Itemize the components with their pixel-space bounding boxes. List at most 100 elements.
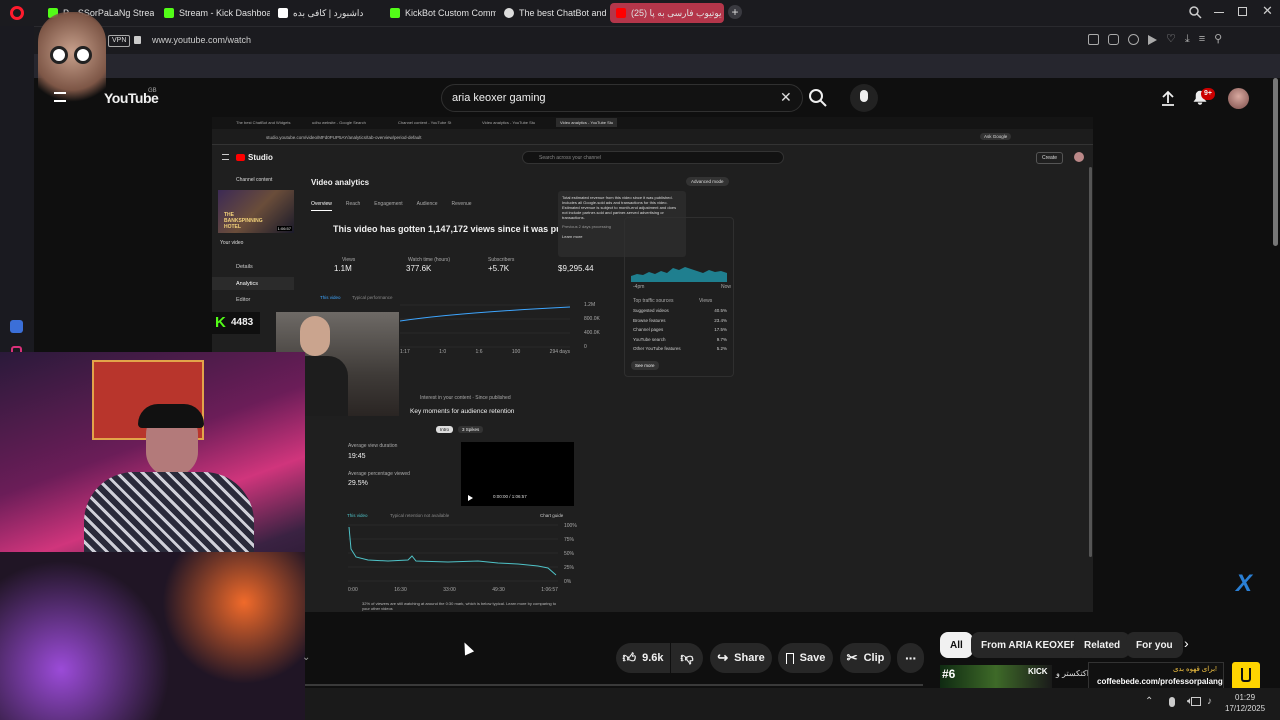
toolbar-icons: ♡ ⤓ ≡ ⚲	[1088, 34, 1222, 45]
hamburger-menu-icon[interactable]	[54, 92, 66, 102]
share-icon: ↪	[717, 650, 729, 665]
close-window-icon[interactable]: ✕	[1262, 3, 1273, 19]
share-button[interactable]: ↪ Share	[710, 643, 772, 673]
kick-favicon-icon	[390, 8, 400, 18]
tab-kickbot[interactable]: KickBot Custom Comman	[384, 3, 496, 23]
avg-duration-label: Average view duration	[348, 443, 398, 449]
km-tab-intro: Intro	[436, 426, 454, 433]
upload-icon[interactable]	[1160, 90, 1176, 106]
avg-duration-value: 19:45	[348, 453, 366, 460]
search-input[interactable]: aria keoxer gaming	[452, 92, 546, 104]
more-actions-button[interactable]: ···	[897, 643, 924, 673]
maximize-icon[interactable]	[1238, 7, 1247, 16]
streamer-cap	[138, 404, 204, 428]
chip-all[interactable]: All	[940, 632, 973, 658]
volume-icon[interactable]: ♪	[1207, 696, 1212, 707]
chip-for-you[interactable]: For you	[1126, 632, 1183, 658]
streamer-avatar-overlay	[38, 12, 106, 112]
realtime-xlabel: -4pm	[633, 284, 645, 290]
dislike-button[interactable]: 👎︎	[671, 643, 703, 673]
retention-chart	[348, 523, 562, 585]
download-icon[interactable]: ⤓	[1185, 34, 1190, 45]
notification-count-badge: 9+	[1201, 88, 1215, 100]
youtube-favicon-icon	[616, 8, 626, 18]
sidebar-app-icon[interactable]	[10, 320, 23, 333]
chart-guide-link: Chart guide	[540, 513, 564, 518]
clip-button[interactable]: ✂ Clip	[840, 643, 891, 673]
ret-ytick: 25%	[564, 565, 575, 571]
more-icon: ···	[905, 650, 917, 666]
clock-date[interactable]: 17/12/2025	[1225, 704, 1265, 713]
moment-preview-player: 0:00:00 / 1:06:57	[461, 442, 574, 506]
metric-label: Subscribers	[488, 257, 515, 263]
clear-search-icon[interactable]: ✕	[780, 89, 792, 106]
ret-legend-typical: Typical retention not available	[390, 513, 450, 518]
inner-tab: Channel content - YouTube St	[398, 120, 452, 125]
km-tab-spikes: 3 Spikes	[458, 426, 484, 433]
youtube-region-label: GB	[148, 88, 157, 94]
save-button[interactable]: Save	[778, 643, 833, 673]
ret-yticks: 100% 75% 50% 25% 0%	[564, 523, 577, 585]
video-progress-track[interactable]	[305, 684, 923, 686]
inner-tab: Video analytics - YouTube Stu	[482, 120, 536, 125]
profile-icon[interactable]: ⚲	[1214, 34, 1222, 45]
account-avatar[interactable]	[1228, 88, 1249, 109]
ytick: 0	[584, 344, 587, 350]
recommended-title: اکتکستر و	[1056, 669, 1089, 678]
voice-search-button[interactable]	[850, 84, 878, 112]
edit-icon[interactable]	[1088, 34, 1099, 45]
chip-from-channel[interactable]: From ARIA KEOXER	[971, 632, 1088, 658]
opera-logo-icon[interactable]	[10, 6, 24, 20]
chip-related[interactable]: Related	[1074, 632, 1131, 658]
traffic-title: Top traffic sources	[633, 298, 674, 304]
see-more-button: See more	[631, 361, 659, 370]
tab-coffeebede[interactable]: داشبورد | کافی بده	[272, 3, 382, 23]
tab-youtube-active[interactable]: (25) آیا یوتیوب فارسی به پا	[610, 3, 724, 23]
recommended-thumbnail[interactable]: #6 KICK	[940, 665, 1052, 689]
tab-chatbot[interactable]: The best ChatBot and Wid	[498, 3, 608, 23]
vpn-badge[interactable]: VPN	[108, 35, 131, 47]
mic-tray-icon[interactable]	[1169, 697, 1175, 707]
lock-icon	[134, 36, 141, 44]
minimize-icon[interactable]	[1214, 12, 1224, 13]
thumbs-down-icon: 👎︎	[680, 650, 694, 665]
browser-tab-bar: P... SSorPaLaNg Stream Stream - Kick Das…	[0, 0, 1280, 26]
save-label: Save	[799, 652, 826, 664]
ret-xtick: 0:00	[348, 587, 358, 593]
ask-google-button: Ask Google	[980, 133, 1012, 140]
studio-search-placeholder: Search across your channel	[539, 155, 601, 161]
views-line-chart	[400, 297, 580, 349]
like-count: 9.6k	[642, 652, 664, 664]
bookmark-icon	[785, 652, 794, 664]
page-scrollbar-thumb[interactable]	[1273, 78, 1278, 246]
like-button[interactable]: 👍︎ 9.6k	[616, 643, 670, 673]
ret-ytick: 75%	[564, 537, 575, 543]
kick-mini-logo: KICK	[1028, 667, 1048, 676]
collapse-chevron-icon[interactable]: ⌄	[302, 652, 310, 663]
search-button[interactable]	[808, 88, 830, 110]
search-tabs-icon[interactable]	[1188, 5, 1202, 19]
coffeebede-banner[interactable]: برای قهوه بدی! coffeebede.com/professorp…	[1088, 662, 1224, 690]
new-tab-plus-icon[interactable]: +	[728, 5, 742, 19]
tab-kick-dashboard[interactable]: Stream - Kick Dashboard	[158, 3, 270, 23]
play-icon[interactable]	[1148, 35, 1157, 45]
ret-xtick: 1:06:57	[541, 587, 558, 593]
clock-time[interactable]: 01:29	[1235, 693, 1255, 702]
subtab-engagement: Engagement	[374, 201, 403, 207]
heart-icon[interactable]: ♡	[1166, 34, 1176, 45]
search-box[interactable]: aria keoxer gaming ✕	[441, 84, 803, 112]
chips-next-icon[interactable]: ›	[1184, 635, 1189, 651]
thumbs-up-icon: 👍︎	[622, 650, 637, 665]
chevron-up-icon[interactable]: ⌃	[1145, 696, 1153, 707]
views-headline: This video has gotten 1,147,172 views si…	[333, 224, 562, 234]
url-text[interactable]: www.youtube.com/watch	[152, 35, 251, 45]
menu-icon[interactable]: ≡	[1199, 34, 1205, 45]
channel-content-link: Channel content	[236, 177, 273, 183]
ytick: 1.2M	[584, 302, 596, 308]
network-icon[interactable]	[1191, 697, 1201, 706]
xtick: 1:0	[439, 349, 447, 355]
shield-icon[interactable]	[1128, 34, 1139, 45]
nav-analytics: Analytics	[236, 281, 259, 287]
camera-icon[interactable]	[1108, 34, 1119, 45]
ret-ytick: 100%	[564, 523, 577, 529]
